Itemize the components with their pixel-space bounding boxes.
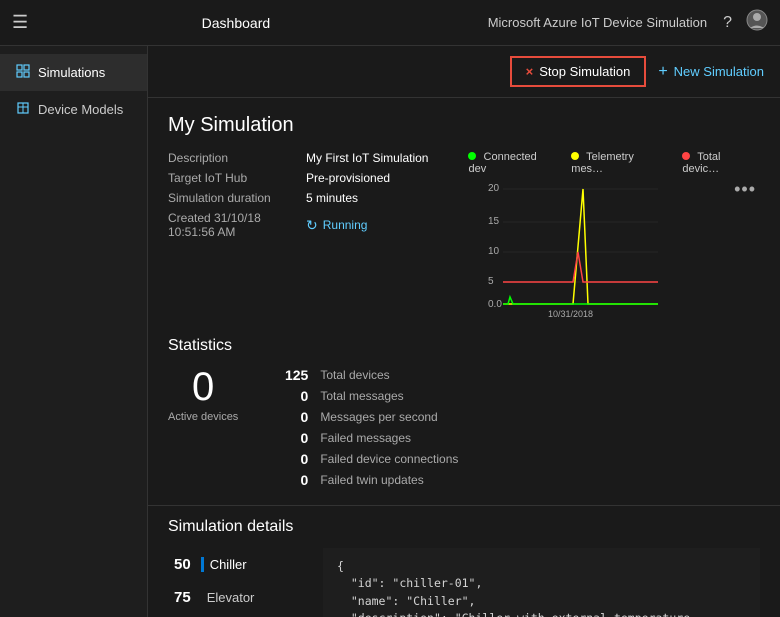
metric-total-devices: 125 Total devices [278, 367, 760, 383]
metric-messages-per-second: 0 Messages per second [278, 409, 760, 425]
metric-label-failed-messages: Failed messages [320, 431, 411, 445]
status-running: ↻ Running [306, 211, 367, 239]
statistics-title: Statistics [168, 337, 760, 355]
meta-label-duration: Simulation duration [168, 191, 298, 205]
meta-description: Description My First IoT Simulation [168, 151, 428, 165]
simulation-section: My Simulation Description My First IoT S… [148, 98, 780, 329]
metric-failed-messages: 0 Failed messages [278, 430, 760, 446]
meta-value-duration: 5 minutes [306, 191, 358, 205]
meta-label-created: Created 31/10/18 10:51:56 AM [168, 211, 298, 239]
main-layout: Simulations Device Models × Stop Simulat… [0, 46, 780, 617]
metric-value-total-devices: 125 [278, 367, 308, 383]
svg-text:20: 20 [488, 183, 500, 194]
device-name-chiller: Chiller [201, 557, 247, 572]
device-count-chiller: 50 [174, 556, 191, 573]
legend-label-connected: Connected dev [468, 151, 536, 175]
json-viewer: { "id": "chiller-01", "name": "Chiller",… [323, 548, 760, 617]
svg-text:0.0: 0.0 [488, 299, 502, 310]
new-plus-icon: + [658, 63, 667, 81]
legend-telemetry: Telemetry mes… [571, 151, 668, 175]
active-devices-label: Active devices [168, 411, 238, 423]
metric-value-total-messages: 0 [278, 388, 308, 404]
active-devices-count: 0 [168, 367, 238, 407]
svg-text:15: 15 [488, 216, 500, 227]
nav-icons: ? [723, 9, 768, 36]
legend-dot-telemetry [571, 152, 579, 160]
status-value: Running [323, 218, 368, 232]
metric-failed-connections: 0 Failed device connections [278, 451, 760, 467]
simulation-info: Description My First IoT Simulation Targ… [168, 151, 760, 319]
stats-metrics: 125 Total devices 0 Total messages 0 Mes… [278, 367, 760, 493]
meta-value-description: My First IoT Simulation [306, 151, 428, 165]
line-chart: 20 15 10 5 0.0 10/31/20 [468, 179, 663, 319]
legend-dot-total [682, 152, 690, 160]
metric-value-failed-twin-updates: 0 [278, 472, 308, 488]
chart-container: ••• 20 15 10 5 0.0 [468, 179, 760, 319]
metric-label-total-devices: Total devices [320, 368, 389, 382]
meta-label-description: Description [168, 151, 298, 165]
metric-label-failed-twin-updates: Failed twin updates [320, 473, 423, 487]
meta-iot-hub: Target IoT Hub Pre-provisioned [168, 171, 428, 185]
nav-brand: Microsoft Azure IoT Device Simulation [488, 15, 707, 30]
simulation-title: My Simulation [168, 114, 760, 137]
statistics-section: Statistics 0 Active devices 125 Total de… [148, 329, 780, 505]
help-icon[interactable]: ? [723, 14, 732, 32]
device-name-elevator: Elevator [201, 590, 255, 605]
top-navbar: ☰ Dashboard Microsoft Azure IoT Device S… [0, 0, 780, 46]
metric-value-messages-per-second: 0 [278, 409, 308, 425]
metric-label-messages-per-second: Messages per second [320, 410, 437, 424]
simulation-details-body: 50 Chiller 75 Elevator { "id": "chiller-… [168, 548, 760, 617]
sidebar-item-simulations[interactable]: Simulations [0, 54, 147, 91]
stop-simulation-label: Stop Simulation [539, 64, 630, 79]
metric-value-failed-messages: 0 [278, 430, 308, 446]
meta-created: Created 31/10/18 10:51:56 AM ↻ Running [168, 211, 428, 239]
user-icon[interactable] [746, 9, 768, 36]
statistics-body: 0 Active devices 125 Total devices 0 Tot… [168, 367, 760, 493]
metric-label-failed-connections: Failed device connections [320, 452, 458, 466]
metric-failed-twin-updates: 0 Failed twin updates [278, 472, 760, 488]
simulations-icon [16, 64, 30, 81]
device-list: 50 Chiller 75 Elevator [168, 548, 323, 617]
svg-text:10/31/2018: 10/31/2018 [548, 309, 593, 319]
metric-value-failed-connections: 0 [278, 451, 308, 467]
new-simulation-label: New Simulation [674, 64, 764, 79]
new-simulation-button[interactable]: + New Simulation [658, 63, 764, 81]
json-content: { "id": "chiller-01", "name": "Chiller",… [337, 558, 746, 617]
running-icon: ↻ [306, 217, 318, 234]
sidebar-item-device-models[interactable]: Device Models [0, 91, 147, 128]
legend-label-telemetry: Telemetry mes… [571, 151, 634, 175]
meta-label-iot-hub: Target IoT Hub [168, 171, 298, 185]
sidebar-label-simulations: Simulations [38, 65, 105, 80]
svg-text:5: 5 [488, 276, 494, 287]
legend-dot-connected [468, 152, 476, 160]
simulation-meta: Description My First IoT Simulation Targ… [168, 151, 428, 319]
device-item-elevator[interactable]: 75 Elevator [168, 581, 323, 614]
meta-value-iot-hub: Pre-provisioned [306, 171, 390, 185]
legend-connected: Connected dev [468, 151, 557, 175]
device-count-elevator: 75 [174, 589, 191, 606]
active-devices-panel: 0 Active devices [168, 367, 238, 493]
device-models-icon [16, 101, 30, 118]
main-content: × Stop Simulation + New Simulation My Si… [148, 46, 780, 617]
nav-title: Dashboard [0, 15, 488, 31]
action-bar: × Stop Simulation + New Simulation [148, 46, 780, 98]
chart-area: Connected dev Telemetry mes… Total devic… [468, 151, 760, 319]
stop-simulation-button[interactable]: × Stop Simulation [510, 56, 647, 87]
simulation-details-section: Simulation details 50 Chiller 75 Elevato… [148, 505, 780, 617]
metric-total-messages: 0 Total messages [278, 388, 760, 404]
simulation-details-title: Simulation details [168, 518, 760, 536]
sidebar: Simulations Device Models [0, 46, 148, 617]
svg-text:10: 10 [488, 246, 500, 257]
device-item-chiller[interactable]: 50 Chiller [168, 548, 323, 581]
metric-label-total-messages: Total messages [320, 389, 403, 403]
stop-x-icon: × [526, 64, 534, 79]
legend-total: Total devic… [682, 151, 760, 175]
sidebar-label-device-models: Device Models [38, 102, 123, 117]
meta-duration: Simulation duration 5 minutes [168, 191, 428, 205]
chart-more-icon[interactable]: ••• [734, 179, 756, 200]
chart-legend: Connected dev Telemetry mes… Total devic… [468, 151, 760, 175]
